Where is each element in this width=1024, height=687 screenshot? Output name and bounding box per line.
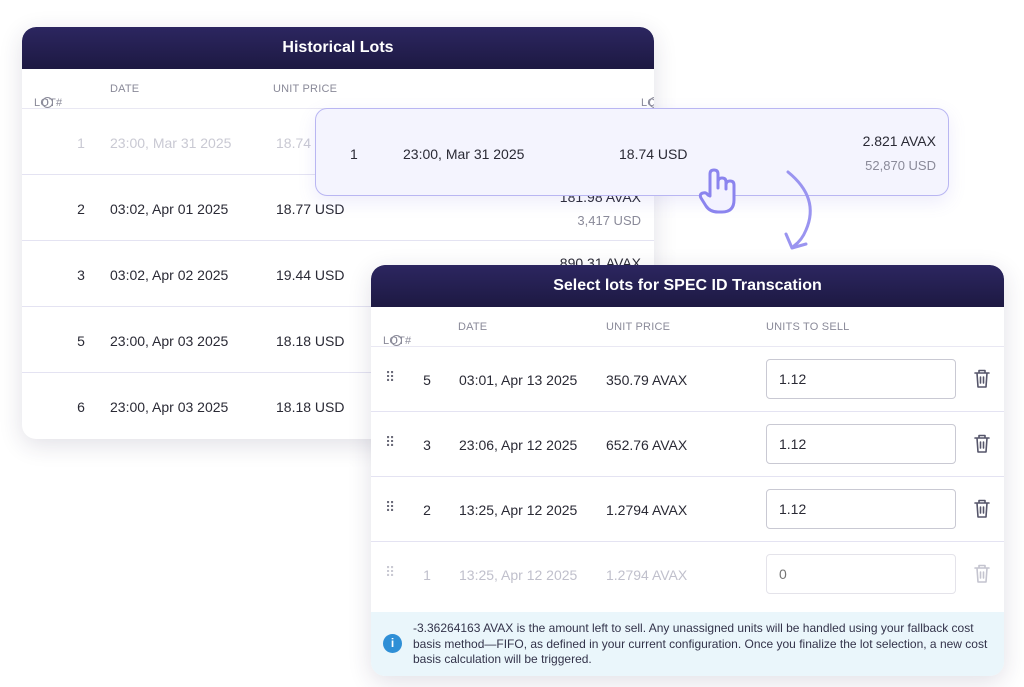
lot-size-usd: 3,417 USD xyxy=(577,213,641,228)
lot-unit-price: 18.18 USD xyxy=(276,333,345,349)
drag-handle-icon[interactable]: ⠿ xyxy=(385,564,395,581)
lot-unit-price: 18.74 xyxy=(276,135,312,151)
trash-icon[interactable] xyxy=(973,368,991,390)
hand-cursor-icon xyxy=(698,168,736,214)
units-to-sell-input[interactable] xyxy=(766,554,956,594)
lot-unit-price: 350.79 AVAX xyxy=(606,372,688,388)
lot-date: 23:06, Apr 12 2025 xyxy=(459,437,578,453)
selected-lot-row[interactable]: ⠿ 5 03:01, Apr 13 2025 350.79 AVAX xyxy=(371,347,1004,412)
units-to-sell-input[interactable] xyxy=(766,359,956,399)
trash-icon[interactable] xyxy=(973,433,991,455)
lot-number: 1 xyxy=(350,146,358,162)
lot-date: 23:00, Apr 03 2025 xyxy=(110,399,229,415)
col-date-header: DATE xyxy=(110,83,140,95)
col-unit-price-header: UNIT PRICE xyxy=(606,321,671,333)
drag-handle-icon[interactable]: ⠿ xyxy=(385,369,395,386)
historical-lots-title: Historical Lots xyxy=(22,27,654,69)
select-table-header: LOT# i DATE UNIT PRICE UNITS TO SELL xyxy=(371,307,1004,347)
lot-number: 1 xyxy=(423,567,431,583)
lot-number: 5 xyxy=(77,333,85,349)
select-lots-title: Select lots for SPEC ID Transcation xyxy=(371,265,1004,307)
lot-date: 23:00, Mar 31 2025 xyxy=(403,146,525,162)
col-unit-price-header: UNIT PRICE xyxy=(273,83,338,95)
drag-handle-icon[interactable]: ⠿ xyxy=(385,499,395,516)
curved-arrow-icon xyxy=(784,170,812,250)
lot-unit-price: 652.76 AVAX xyxy=(606,437,688,453)
selected-lot-row[interactable]: ⠿ 3 23:06, Apr 12 2025 652.76 AVAX xyxy=(371,412,1004,477)
fallback-notice: i -3.36264163 AVAX is the amount left to… xyxy=(371,612,1004,676)
lot-date: 13:25, Apr 12 2025 xyxy=(459,567,578,583)
col-units-to-sell-header: UNITS TO SELL xyxy=(766,321,850,333)
lot-number: 5 xyxy=(423,372,431,388)
lot-unit-price: 18.77 USD xyxy=(276,201,345,217)
lot-date: 13:25, Apr 12 2025 xyxy=(459,502,578,518)
selected-lot-row[interactable]: ⠿ 2 13:25, Apr 12 2025 1.2794 AVAX xyxy=(371,477,1004,542)
lot-number: 1 xyxy=(77,135,85,151)
lot-unit-price: 18.74 USD xyxy=(619,146,688,162)
units-to-sell-input[interactable] xyxy=(766,489,956,529)
lot-date: 23:00, Apr 03 2025 xyxy=(110,333,229,349)
selected-lot-row[interactable]: ⠿ 1 13:25, Apr 12 2025 1.2794 AVAX xyxy=(371,542,1004,607)
dragged-lot-row[interactable]: 1 23:00, Mar 31 2025 18.74 USD 2.821 AVA… xyxy=(315,108,949,196)
info-icon[interactable]: i xyxy=(391,335,402,346)
lot-unit-price: 1.2794 AVAX xyxy=(606,567,688,583)
lot-unit-price: 19.44 USD xyxy=(276,267,345,283)
lot-size-usd: 52,870 USD xyxy=(865,158,936,173)
col-date-header: DATE xyxy=(458,321,488,333)
lot-number: 3 xyxy=(77,267,85,283)
notice-text: -3.36264163 AVAX is the amount left to s… xyxy=(413,621,988,666)
lot-date: 03:02, Apr 02 2025 xyxy=(110,267,229,283)
select-lots-panel: Select lots for SPEC ID Transcation LOT#… xyxy=(371,265,1004,676)
lot-number: 3 xyxy=(423,437,431,453)
drag-handle-icon[interactable]: ⠿ xyxy=(385,434,395,451)
lot-date: 03:02, Apr 01 2025 xyxy=(110,201,229,217)
lot-number: 2 xyxy=(77,201,85,217)
historical-table-header: LOT#i DATE UNIT PRICE LOT SIZE BEFOREi xyxy=(22,69,654,133)
units-to-sell-input[interactable] xyxy=(766,424,956,464)
lot-size: 2.821 AVAX xyxy=(862,133,936,149)
info-icon: i xyxy=(383,634,402,653)
lot-unit-price: 1.2794 AVAX xyxy=(606,502,688,518)
info-icon[interactable]: i xyxy=(649,97,654,108)
lot-date: 03:01, Apr 13 2025 xyxy=(459,372,578,388)
lot-number: 6 xyxy=(77,399,85,415)
trash-icon[interactable] xyxy=(973,563,991,585)
info-icon[interactable]: i xyxy=(42,97,53,108)
lot-unit-price: 18.18 USD xyxy=(276,399,345,415)
lot-date: 23:00, Mar 31 2025 xyxy=(110,135,232,151)
trash-icon[interactable] xyxy=(973,498,991,520)
lot-number: 2 xyxy=(423,502,431,518)
